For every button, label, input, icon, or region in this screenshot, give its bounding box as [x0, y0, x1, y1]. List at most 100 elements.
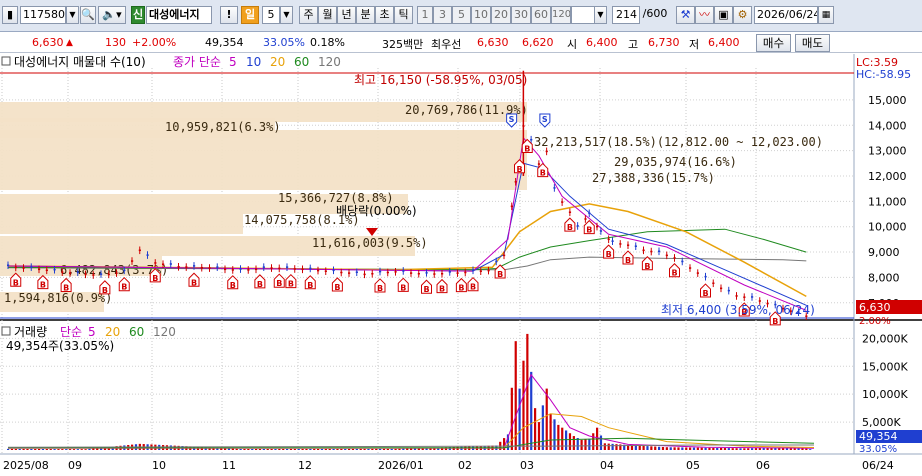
x-axis-label: 03	[520, 459, 534, 472]
interval-60[interactable]: 60	[531, 6, 551, 24]
buy-signal-letter: B	[40, 281, 46, 290]
stock-code-input[interactable]: 117580	[20, 6, 66, 24]
tab-year[interactable]: 년	[337, 6, 356, 24]
candle-body	[704, 275, 707, 278]
candle-body	[619, 243, 622, 245]
volume-profile-bar	[0, 170, 527, 190]
candle-body	[553, 187, 556, 189]
tab-minute[interactable]: 분	[356, 6, 375, 24]
volume-bar	[727, 448, 730, 450]
interval-10[interactable]: 10	[471, 6, 491, 24]
interval-custom-input[interactable]	[571, 6, 595, 24]
sell-button[interactable]: 매도	[795, 34, 830, 52]
alert-button[interactable]: !	[220, 6, 238, 24]
tab-week[interactable]: 주	[299, 6, 318, 24]
interval-3[interactable]: 3	[433, 6, 452, 24]
candle-body	[301, 268, 304, 271]
candle-body	[309, 267, 312, 270]
count-input[interactable]: 214	[612, 6, 640, 24]
interval-30[interactable]: 30	[511, 6, 531, 24]
speaker-icon[interactable]: 🔈▾	[98, 6, 126, 24]
volume-bar	[526, 333, 529, 450]
buy-signal-letter: B	[625, 256, 631, 265]
calendar-icon[interactable]: ▦	[818, 6, 834, 24]
chart-type-icon[interactable]: 〰	[695, 6, 714, 24]
period-count-input[interactable]: 5	[262, 6, 280, 24]
candle-body	[402, 270, 405, 272]
period-day-button[interactable]: 일	[241, 6, 259, 24]
interval-5[interactable]: 5	[452, 6, 471, 24]
volume-bar	[270, 448, 273, 450]
open-label: 시	[567, 38, 578, 51]
stock-name-field[interactable]: 대성에너지	[146, 6, 212, 24]
volume-bar	[704, 447, 707, 450]
volume-bar	[588, 438, 591, 450]
volume-bar	[80, 449, 83, 450]
volume-bar	[720, 447, 723, 450]
volume-bar	[289, 448, 293, 450]
buy-signal-letter: B	[439, 285, 445, 294]
date-input[interactable]: 2026/06/24	[754, 6, 818, 24]
buy-signal-letter: B	[102, 286, 108, 295]
candle-body	[545, 150, 548, 153]
volume-bar	[251, 448, 254, 450]
candle-body	[599, 230, 603, 232]
buy-signal-letter: B	[517, 165, 523, 174]
candle-body	[92, 274, 95, 276]
candle-body	[751, 296, 754, 298]
volume-bar	[340, 448, 343, 450]
volume-bar	[328, 448, 331, 450]
buy-signal-letter: B	[63, 283, 69, 292]
code-dropdown-icon[interactable]: ▼	[66, 6, 79, 24]
volume-legend-name: 단순	[60, 325, 82, 339]
volume-bar	[351, 448, 355, 450]
volume-bar	[282, 448, 285, 450]
volume-bar	[692, 447, 696, 450]
candle-body	[479, 270, 482, 272]
period-count-dropdown-icon[interactable]: ▼	[280, 6, 293, 24]
low-price: 6,400	[708, 36, 740, 49]
hc-label: HC:-58.95	[856, 68, 911, 81]
buy-signal-letter: B	[334, 283, 340, 292]
interval-120[interactable]: 120	[551, 6, 571, 24]
chart-area[interactable]: 15,000 14,000 13,000 12,000 11,000 10,000 9,00…	[0, 54, 922, 476]
candle-body	[665, 254, 668, 257]
tab-second[interactable]: 초	[375, 6, 394, 24]
candle-body	[355, 271, 358, 273]
settings-gear-icon[interactable]: ⚙	[733, 6, 752, 24]
volume-bar	[14, 448, 17, 450]
volume-bar	[231, 448, 234, 450]
interval-1[interactable]: 1	[417, 6, 433, 24]
volume-profile-label: 1,594,816(0.9%)	[4, 291, 112, 305]
volume-bar	[293, 448, 296, 450]
menu-icon[interactable]: ▮	[2, 6, 18, 24]
volume-bar	[541, 405, 544, 450]
volume-readout: 49,354주(33.05%)	[6, 339, 114, 353]
tools-icon[interactable]: ⚒	[676, 6, 695, 24]
volume-bar	[69, 449, 72, 450]
volume-bar	[522, 360, 525, 450]
volume-profile-label: 15,366,727(8.8%)	[278, 191, 394, 205]
volume-bar	[235, 448, 238, 450]
volume-bar	[65, 449, 68, 450]
ma-legend-name: 종가 단순	[173, 55, 221, 69]
candle-body	[332, 269, 335, 272]
buy-button[interactable]: 매수	[756, 34, 791, 52]
tab-month[interactable]: 월	[318, 6, 337, 24]
candle-body	[162, 263, 165, 265]
save-icon[interactable]: ▣	[714, 6, 733, 24]
tab-tick[interactable]: 틱	[394, 6, 413, 24]
buy-signal-letter: B	[377, 284, 383, 293]
interval-20[interactable]: 20	[491, 6, 511, 24]
candle-body	[386, 271, 389, 274]
search-icon[interactable]: 🔍	[80, 6, 96, 24]
volume-bar	[313, 448, 316, 450]
volume-bar	[565, 430, 568, 450]
volume-bar	[41, 449, 45, 450]
volume-bar	[402, 448, 405, 450]
x-axis-label: 12	[298, 459, 312, 472]
candle-body	[696, 272, 699, 274]
interval-dropdown-icon[interactable]: ▼	[594, 6, 607, 24]
current-price: 6,630	[32, 36, 64, 49]
buy-signal-letter: B	[672, 269, 678, 278]
